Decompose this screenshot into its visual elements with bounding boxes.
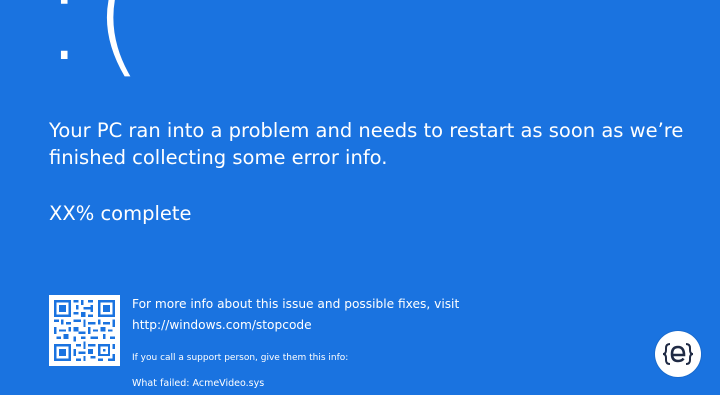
error-headline: Your PC ran into a problem and needs to … bbox=[49, 119, 684, 169]
sad-face-emoticon: :( bbox=[42, 0, 150, 91]
stopcode-link: http://windows.com/stopcode bbox=[132, 318, 312, 332]
more-info-text: For more info about this issue and possi… bbox=[132, 297, 460, 311]
qr-code-icon bbox=[49, 295, 120, 366]
e-logo-icon bbox=[655, 331, 701, 377]
support-prompt: If you call a support person, give them … bbox=[132, 353, 349, 363]
progress-text: XX% complete bbox=[49, 202, 192, 225]
what-failed-text: What failed: AcmeVideo.sys bbox=[132, 378, 265, 389]
